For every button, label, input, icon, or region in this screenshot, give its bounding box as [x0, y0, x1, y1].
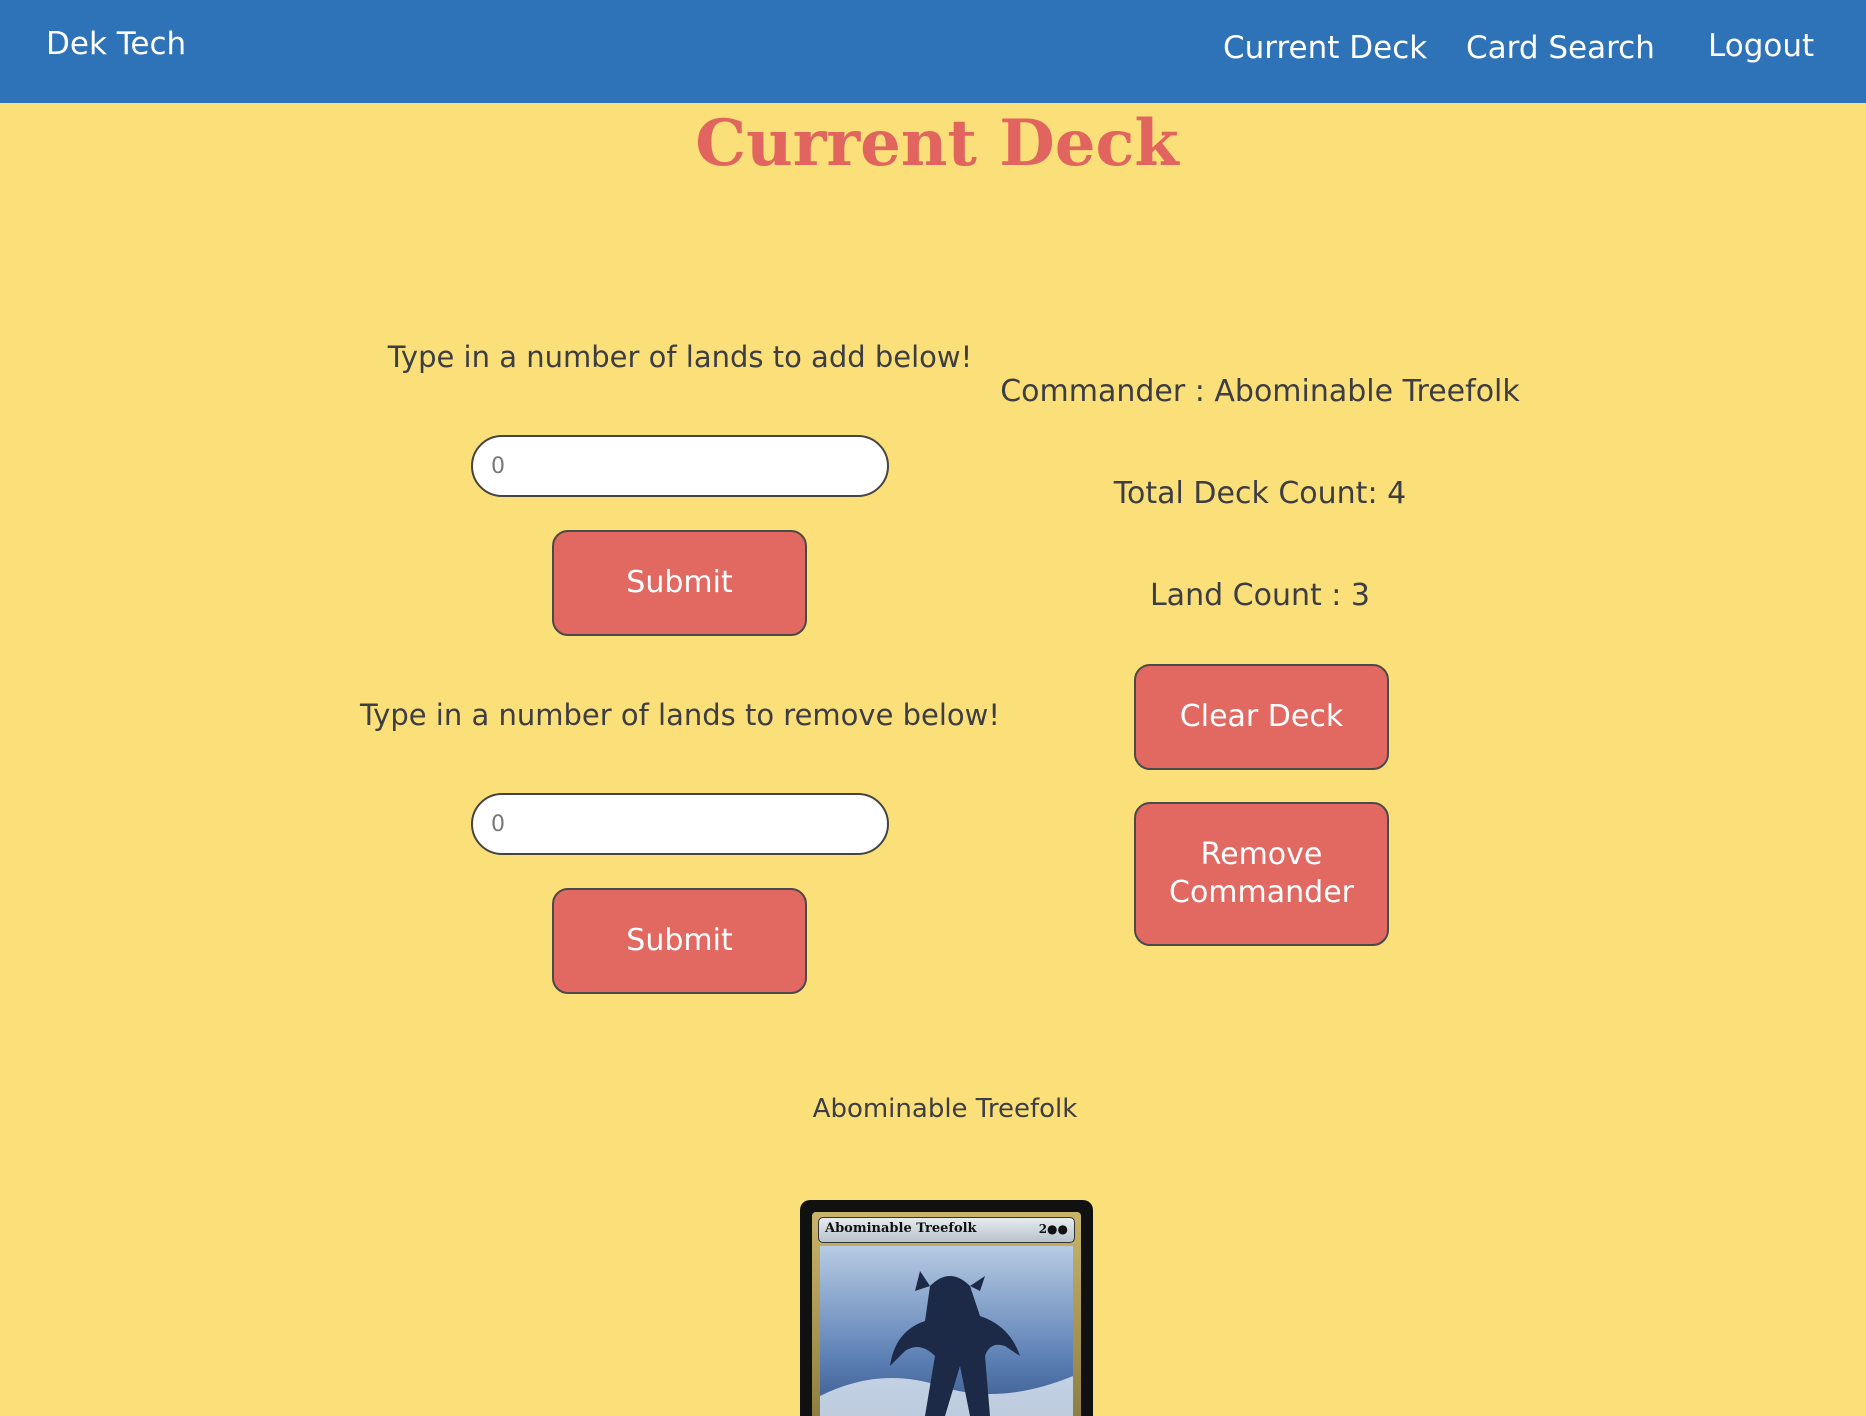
page-title: Current Deck: [695, 106, 1179, 181]
nav-link-logout[interactable]: Logout: [1708, 28, 1814, 64]
card-art: [820, 1246, 1073, 1416]
remove-commander-button[interactable]: Remove Commander: [1134, 802, 1389, 946]
clear-deck-button[interactable]: Clear Deck: [1134, 664, 1389, 770]
top-navbar: Dek Tech Current Deck Card Search Logout: [0, 0, 1866, 103]
card-image-titlebar: Abominable Treefolk 2●●: [818, 1217, 1075, 1243]
nav-link-current-deck[interactable]: Current Deck: [1223, 30, 1427, 66]
add-lands-submit-button[interactable]: Submit: [552, 530, 807, 636]
card-name: Abominable Treefolk: [812, 1094, 1078, 1124]
card-frame: Abominable Treefolk 2●●: [812, 1212, 1081, 1416]
add-lands-input[interactable]: [471, 435, 889, 497]
land-count: Land Count : 3: [1149, 578, 1371, 613]
add-lands-prompt: Type in a number of lands to add below!: [387, 340, 973, 374]
treefolk-art-icon: [820, 1271, 1073, 1416]
card-mana-cost: 2●●: [1038, 1222, 1068, 1236]
brand-link[interactable]: Dek Tech: [46, 26, 186, 62]
remove-lands-prompt: Type in a number of lands to remove belo…: [359, 698, 1001, 732]
total-deck-count: Total Deck Count: 4: [1113, 476, 1407, 511]
card-image[interactable]: Abominable Treefolk 2●●: [800, 1200, 1093, 1416]
nav-link-card-search[interactable]: Card Search: [1466, 30, 1655, 66]
remove-lands-input[interactable]: [471, 793, 889, 855]
remove-lands-submit-button[interactable]: Submit: [552, 888, 807, 994]
card-image-title: Abominable Treefolk: [825, 1221, 977, 1236]
commander-label: Commander : Abominable Treefolk: [1000, 374, 1520, 409]
